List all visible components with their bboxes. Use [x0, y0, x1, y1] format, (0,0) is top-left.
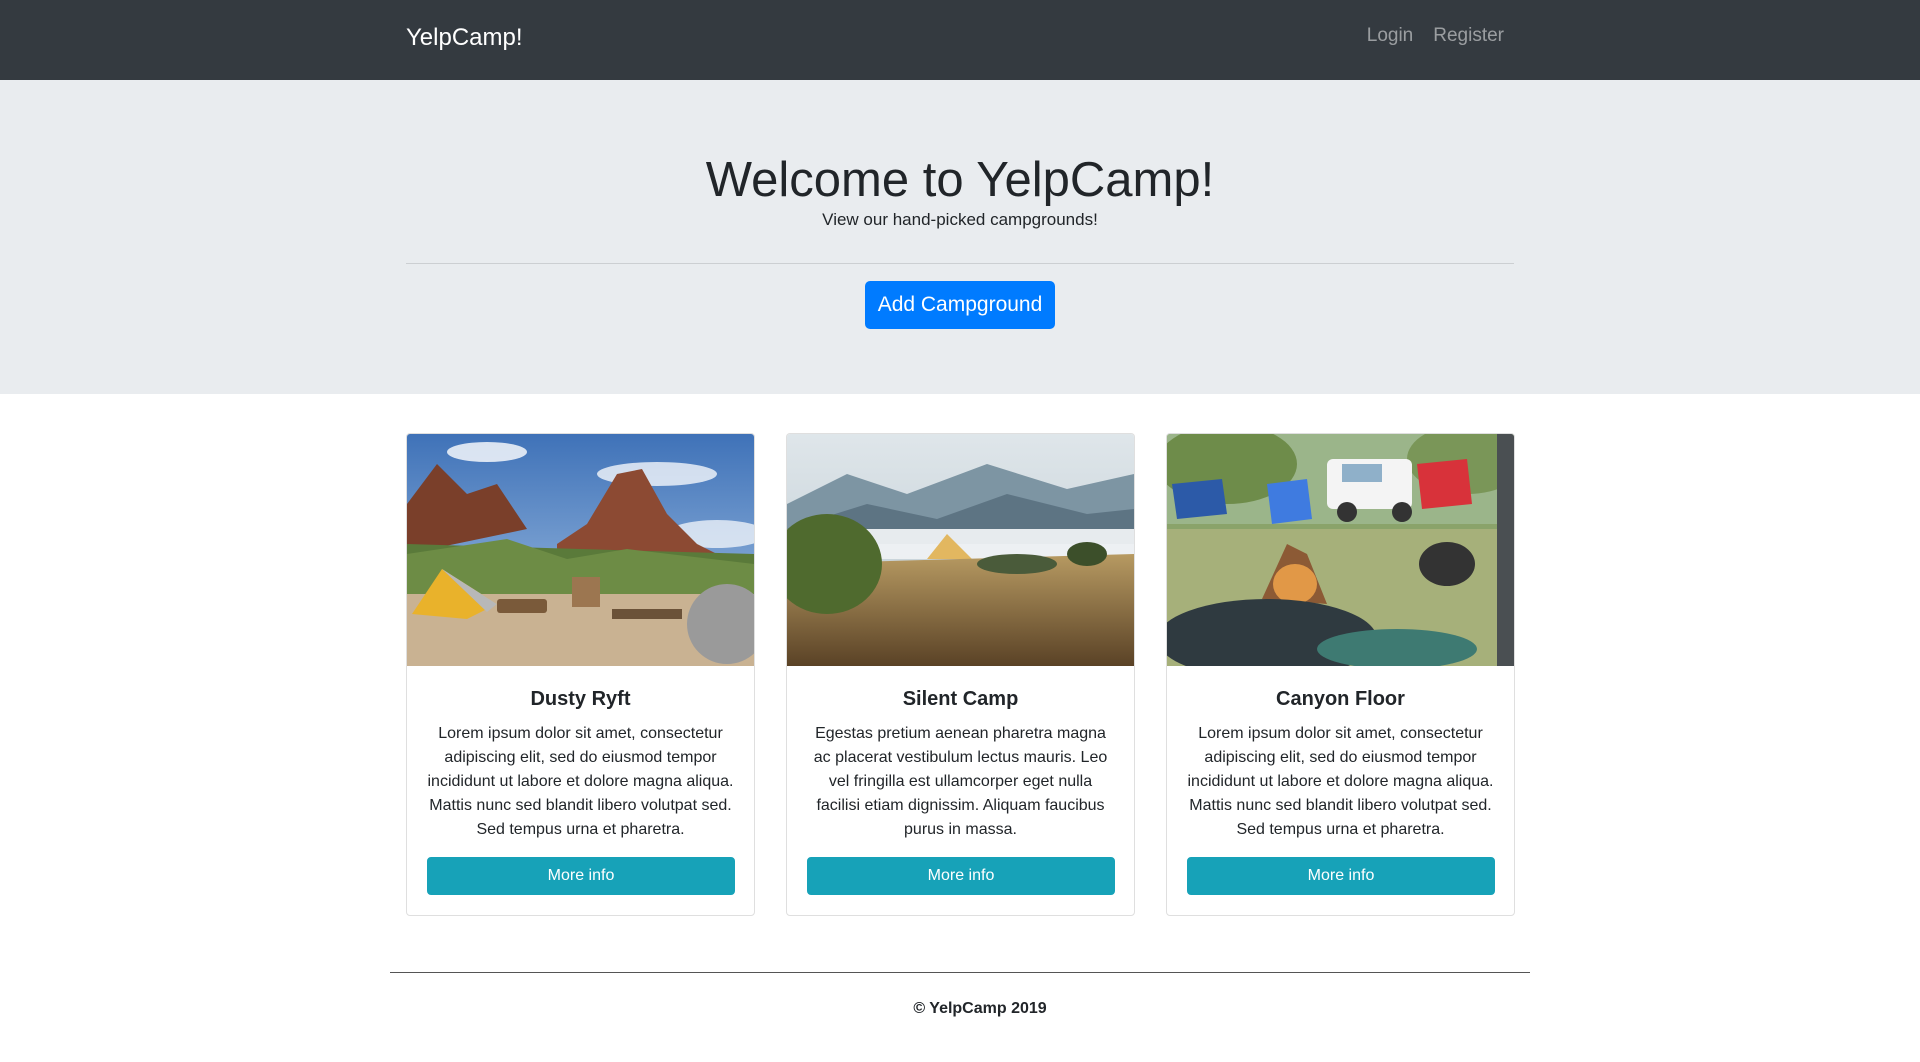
mountain-campsite-tent-image	[407, 434, 754, 666]
campground-description: Lorem ipsum dolor sit amet, consectetur …	[1187, 725, 1494, 838]
more-info-button[interactable]: More info	[1187, 857, 1495, 895]
campground-card: Dusty Ryft Lorem ipsum dolor sit amet, c…	[406, 433, 755, 916]
page-subtitle: View our hand-picked campgrounds!	[822, 210, 1098, 229]
brand-link[interactable]: YelpCamp!	[406, 23, 523, 53]
more-info-button[interactable]: More info	[807, 857, 1115, 895]
campground-name: Silent Camp	[902, 688, 1019, 710]
navbar: YelpCamp! Login Register	[0, 0, 1920, 80]
nav-links: Login Register	[1365, 24, 1506, 48]
campfire-chairs-truck-image	[1167, 434, 1514, 666]
foggy-mountain-tent-image	[787, 434, 1134, 666]
register-link[interactable]: Register	[1431, 24, 1506, 48]
campground-description: Egestas pretium aenean pharetra magna ac…	[813, 725, 1108, 838]
campground-grid: Dusty Ryft Lorem ipsum dolor sit amet, c…	[406, 433, 1515, 917]
login-link[interactable]: Login	[1365, 24, 1416, 48]
campground-card: Silent Camp Egestas pretium aenean phare…	[786, 433, 1135, 916]
campground-description: Lorem ipsum dolor sit amet, consectetur …	[427, 725, 734, 838]
page-title: Welcome to YelpCamp!	[705, 153, 1215, 207]
add-campground-button[interactable]: Add Campground	[865, 281, 1055, 329]
campground-name: Dusty Ryft	[530, 688, 631, 710]
more-info-button[interactable]: More info	[427, 857, 735, 895]
footer-divider	[390, 972, 1530, 973]
jumbotron: Welcome to YelpCamp! View our hand-picke…	[0, 80, 1920, 394]
divider	[406, 263, 1514, 264]
campground-name: Canyon Floor	[1276, 688, 1405, 710]
copyright-text: © YelpCamp 2019	[913, 1000, 1047, 1017]
campground-card: Canyon Floor Lorem ipsum dolor sit amet,…	[1166, 433, 1515, 916]
